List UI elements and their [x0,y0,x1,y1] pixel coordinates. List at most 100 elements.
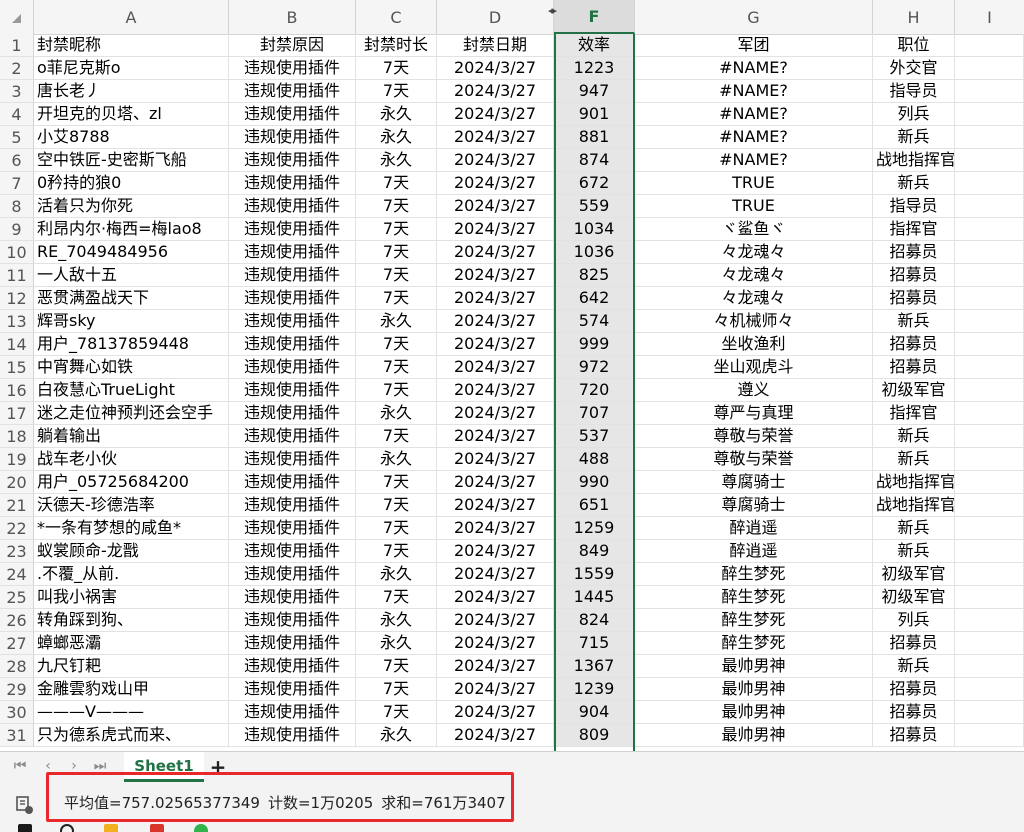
row-number[interactable]: 27 [0,632,34,655]
cell-col-g[interactable]: #NAME? [635,149,873,172]
cell-col-b[interactable]: 违规使用插件 [229,655,356,678]
cell-col-h[interactable]: 招募员 [873,333,955,356]
cell-col-d[interactable]: 2024/3/27 [437,218,554,241]
cell-col-d[interactable]: 2024/3/27 [437,563,554,586]
wps-office-icon[interactable] [150,824,164,832]
cell-col-a[interactable]: ———V——— [34,701,229,724]
cell-col-h[interactable]: 初级军官 [873,563,955,586]
cell-col-d[interactable]: 2024/3/27 [437,287,554,310]
cell-col-i[interactable] [955,310,1024,333]
cell-col-h[interactable]: 初级军官 [873,379,955,402]
cell-col-f[interactable]: 1034 [554,218,635,241]
column-header-h[interactable]: H [873,0,955,34]
cell-col-h[interactable]: 初级军官 [873,586,955,609]
cell-col-d[interactable]: 2024/3/27 [437,264,554,287]
row-number[interactable]: 3 [0,80,34,103]
cell-col-b[interactable]: 违规使用插件 [229,494,356,517]
cell-col-a[interactable]: 中宵舞心如铁 [34,356,229,379]
cell-col-h[interactable]: 外交官 [873,57,955,80]
cell-col-i[interactable] [955,632,1024,655]
row-number[interactable]: 7 [0,172,34,195]
cell-col-d[interactable]: 2024/3/27 [437,517,554,540]
cell-col-d[interactable]: 2024/3/27 [437,310,554,333]
cell-col-h[interactable]: 招募员 [873,701,955,724]
cell-col-g[interactable]: 遵义 [635,379,873,402]
cell-col-i[interactable] [955,287,1024,310]
cell-col-g[interactable]: 坐收渔利 [635,333,873,356]
cell-col-a[interactable]: *一条有梦想的咸鱼* [34,517,229,540]
cell-col-h[interactable]: 招募员 [873,356,955,379]
cell-col-a[interactable]: 九尺钉耙 [34,655,229,678]
cell-col-b[interactable]: 违规使用插件 [229,172,356,195]
row-number[interactable]: 12 [0,287,34,310]
column-header-g[interactable]: G [635,0,873,34]
cell-col-h[interactable]: 战地指挥官 [873,494,955,517]
cell-col-b[interactable]: 违规使用插件 [229,333,356,356]
cell-col-h[interactable]: 招募员 [873,287,955,310]
cell-col-c[interactable]: 7天 [356,57,437,80]
cell-col-c[interactable]: 7天 [356,655,437,678]
cell-col-f[interactable]: 904 [554,701,635,724]
cell-col-i[interactable] [955,103,1024,126]
cell-col-d[interactable]: 2024/3/27 [437,425,554,448]
cell-col-h[interactable]: 新兵 [873,517,955,540]
cell-col-g[interactable]: 尊腐骑士 [635,471,873,494]
cell-col-c[interactable]: 7天 [356,333,437,356]
cell-col-d[interactable]: 2024/3/27 [437,471,554,494]
cell-col-b[interactable]: 违规使用插件 [229,103,356,126]
cell-col-h[interactable]: 职位 [873,34,955,57]
cell-col-d[interactable]: 2024/3/27 [437,241,554,264]
cell-col-c[interactable]: 7天 [356,701,437,724]
cell-col-a[interactable]: o菲尼克斯o [34,57,229,80]
cell-col-c[interactable]: 7天 [356,218,437,241]
cell-col-h[interactable]: 招募员 [873,632,955,655]
cell-col-b[interactable]: 违规使用插件 [229,678,356,701]
cell-col-b[interactable]: 违规使用插件 [229,701,356,724]
cell-col-i[interactable] [955,402,1024,425]
first-sheet-icon[interactable]: ⏮ [10,758,30,774]
cell-col-b[interactable]: 违规使用插件 [229,126,356,149]
cell-col-g[interactable]: 醉生梦死 [635,563,873,586]
cell-col-c[interactable]: 永久 [356,609,437,632]
cell-col-f[interactable]: 642 [554,287,635,310]
cell-col-b[interactable]: 违规使用插件 [229,724,356,747]
row-number[interactable]: 1 [0,34,34,57]
column-header-a[interactable]: A [34,0,229,34]
cell-col-i[interactable] [955,425,1024,448]
column-resize-icon[interactable]: ◂▸ [548,4,557,17]
cell-col-a[interactable]: 迷之走位神预判还会空手 [34,402,229,425]
cell-col-b[interactable]: 违规使用插件 [229,471,356,494]
cell-col-c[interactable]: 永久 [356,126,437,149]
cell-col-i[interactable] [955,379,1024,402]
row-number[interactable]: 16 [0,379,34,402]
cell-col-a[interactable]: 用户_78137859448 [34,333,229,356]
row-number[interactable]: 5 [0,126,34,149]
cell-col-i[interactable] [955,218,1024,241]
cell-col-f[interactable]: 901 [554,103,635,126]
cell-col-d[interactable]: 2024/3/27 [437,586,554,609]
cell-col-c[interactable]: 永久 [356,448,437,471]
row-number[interactable]: 17 [0,402,34,425]
cell-col-d[interactable]: 2024/3/27 [437,540,554,563]
cell-col-b[interactable]: 违规使用插件 [229,563,356,586]
cell-col-b[interactable]: 违规使用插件 [229,540,356,563]
cell-col-c[interactable]: 7天 [356,172,437,195]
cell-col-i[interactable] [955,494,1024,517]
cell-col-i[interactable] [955,195,1024,218]
cell-col-f[interactable]: 972 [554,356,635,379]
cell-col-a[interactable]: 活着只为你死 [34,195,229,218]
cell-col-c[interactable]: 永久 [356,724,437,747]
cell-col-b[interactable]: 违规使用插件 [229,218,356,241]
cell-col-a[interactable]: 金雕雲豹戏山甲 [34,678,229,701]
cell-col-g[interactable]: ヾ鲨鱼ヾ [635,218,873,241]
cell-col-g[interactable]: #NAME? [635,80,873,103]
cell-col-f[interactable]: 1367 [554,655,635,678]
cell-col-h[interactable]: 招募员 [873,678,955,701]
cell-col-h[interactable]: 列兵 [873,103,955,126]
cell-col-i[interactable] [955,57,1024,80]
cell-col-c[interactable]: 7天 [356,80,437,103]
cell-col-f[interactable]: 559 [554,195,635,218]
cell-col-b[interactable]: 违规使用插件 [229,310,356,333]
cell-col-h[interactable]: 新兵 [873,310,955,333]
cell-col-f[interactable]: 999 [554,333,635,356]
